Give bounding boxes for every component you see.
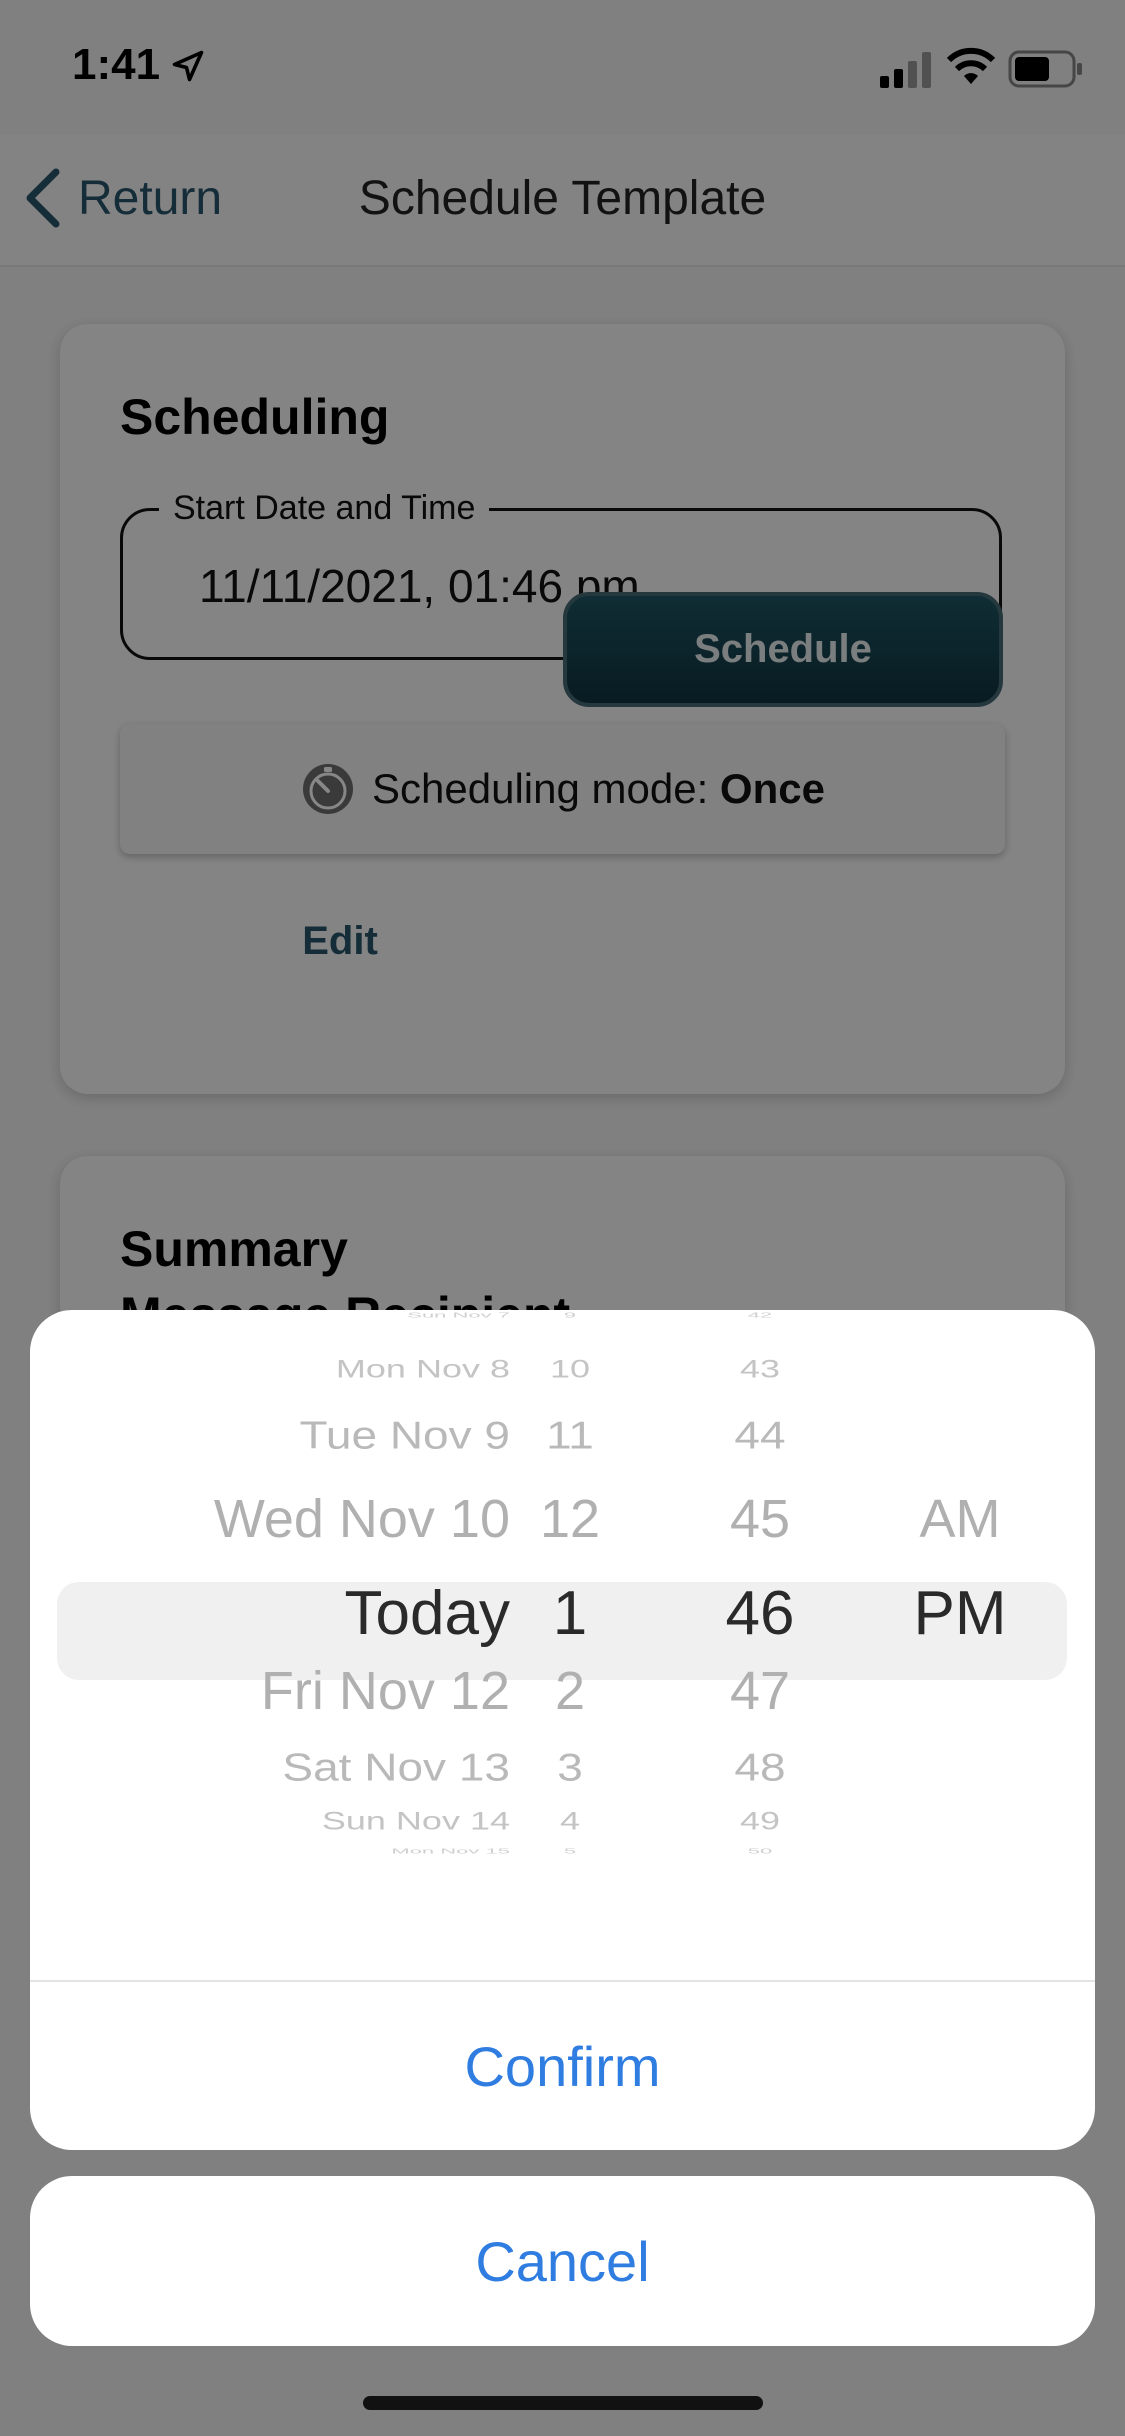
hour-wheel-row[interactable]: 9 bbox=[510, 1310, 630, 1319]
day-wheel-row[interactable]: Mon Nov 15 bbox=[391, 1846, 510, 1855]
min-wheel-row[interactable]: 45 bbox=[690, 1488, 830, 1550]
date-time-picker[interactable]: Sun Nov 7 Mon Nov 8 Tue Nov 9 Wed Nov 10 Tod… bbox=[30, 1310, 1095, 1980]
day-wheel-row[interactable]: Tue Nov 9 bbox=[299, 1412, 510, 1458]
date-picker-sheet: Sun Nov 7 Mon Nov 8 Tue Nov 9 Wed Nov 10 Tod… bbox=[30, 1310, 1095, 2150]
day-wheel-row[interactable]: Today bbox=[345, 1578, 510, 1649]
hour-wheel-row[interactable]: 1 bbox=[510, 1578, 630, 1649]
hour-wheel[interactable]: 9 10 11 12 1 2 3 4 5 bbox=[510, 1310, 630, 1980]
day-wheel-row[interactable]: Sun Nov 7 bbox=[407, 1310, 510, 1319]
minute-wheel[interactable]: 42 43 44 45 46 47 48 49 50 bbox=[690, 1310, 830, 1980]
min-wheel-row[interactable]: 42 bbox=[690, 1310, 830, 1319]
hour-wheel-row[interactable]: 5 bbox=[510, 1846, 630, 1855]
day-wheel-row[interactable]: Wed Nov 10 bbox=[214, 1488, 510, 1550]
hour-wheel-row[interactable]: 4 bbox=[510, 1806, 630, 1835]
day-wheel-row[interactable]: Fri Nov 12 bbox=[261, 1660, 510, 1722]
cancel-button[interactable]: Cancel bbox=[30, 2176, 1095, 2346]
ampm-wheel-row[interactable]: PM bbox=[860, 1578, 1060, 1649]
hour-wheel-row[interactable]: 12 bbox=[510, 1488, 630, 1550]
day-wheel-row[interactable]: Mon Nov 8 bbox=[336, 1354, 510, 1383]
day-wheel[interactable]: Sun Nov 7 Mon Nov 8 Tue Nov 9 Wed Nov 10 Tod… bbox=[30, 1310, 510, 1980]
day-wheel-row[interactable]: Sat Nov 13 bbox=[282, 1744, 510, 1790]
day-wheel-row[interactable]: Sun Nov 14 bbox=[322, 1806, 510, 1835]
ampm-wheel-row[interactable]: AM bbox=[860, 1488, 1060, 1550]
hour-wheel-row[interactable]: 2 bbox=[510, 1660, 630, 1722]
min-wheel-row[interactable]: 46 bbox=[690, 1578, 830, 1649]
min-wheel-row[interactable]: 50 bbox=[690, 1846, 830, 1855]
min-wheel-row[interactable]: 43 bbox=[690, 1354, 830, 1383]
home-indicator bbox=[363, 2396, 763, 2410]
min-wheel-row[interactable]: 49 bbox=[690, 1806, 830, 1835]
min-wheel-row[interactable]: 48 bbox=[690, 1744, 830, 1790]
hour-wheel-row[interactable]: 3 bbox=[510, 1744, 630, 1790]
min-wheel-row[interactable]: 47 bbox=[690, 1660, 830, 1722]
confirm-button[interactable]: Confirm bbox=[30, 1982, 1095, 2150]
hour-wheel-row[interactable]: 11 bbox=[510, 1412, 630, 1458]
min-wheel-row[interactable]: 44 bbox=[690, 1412, 830, 1458]
hour-wheel-row[interactable]: 10 bbox=[510, 1354, 630, 1383]
ampm-wheel[interactable]: AM PM bbox=[860, 1310, 1060, 1980]
